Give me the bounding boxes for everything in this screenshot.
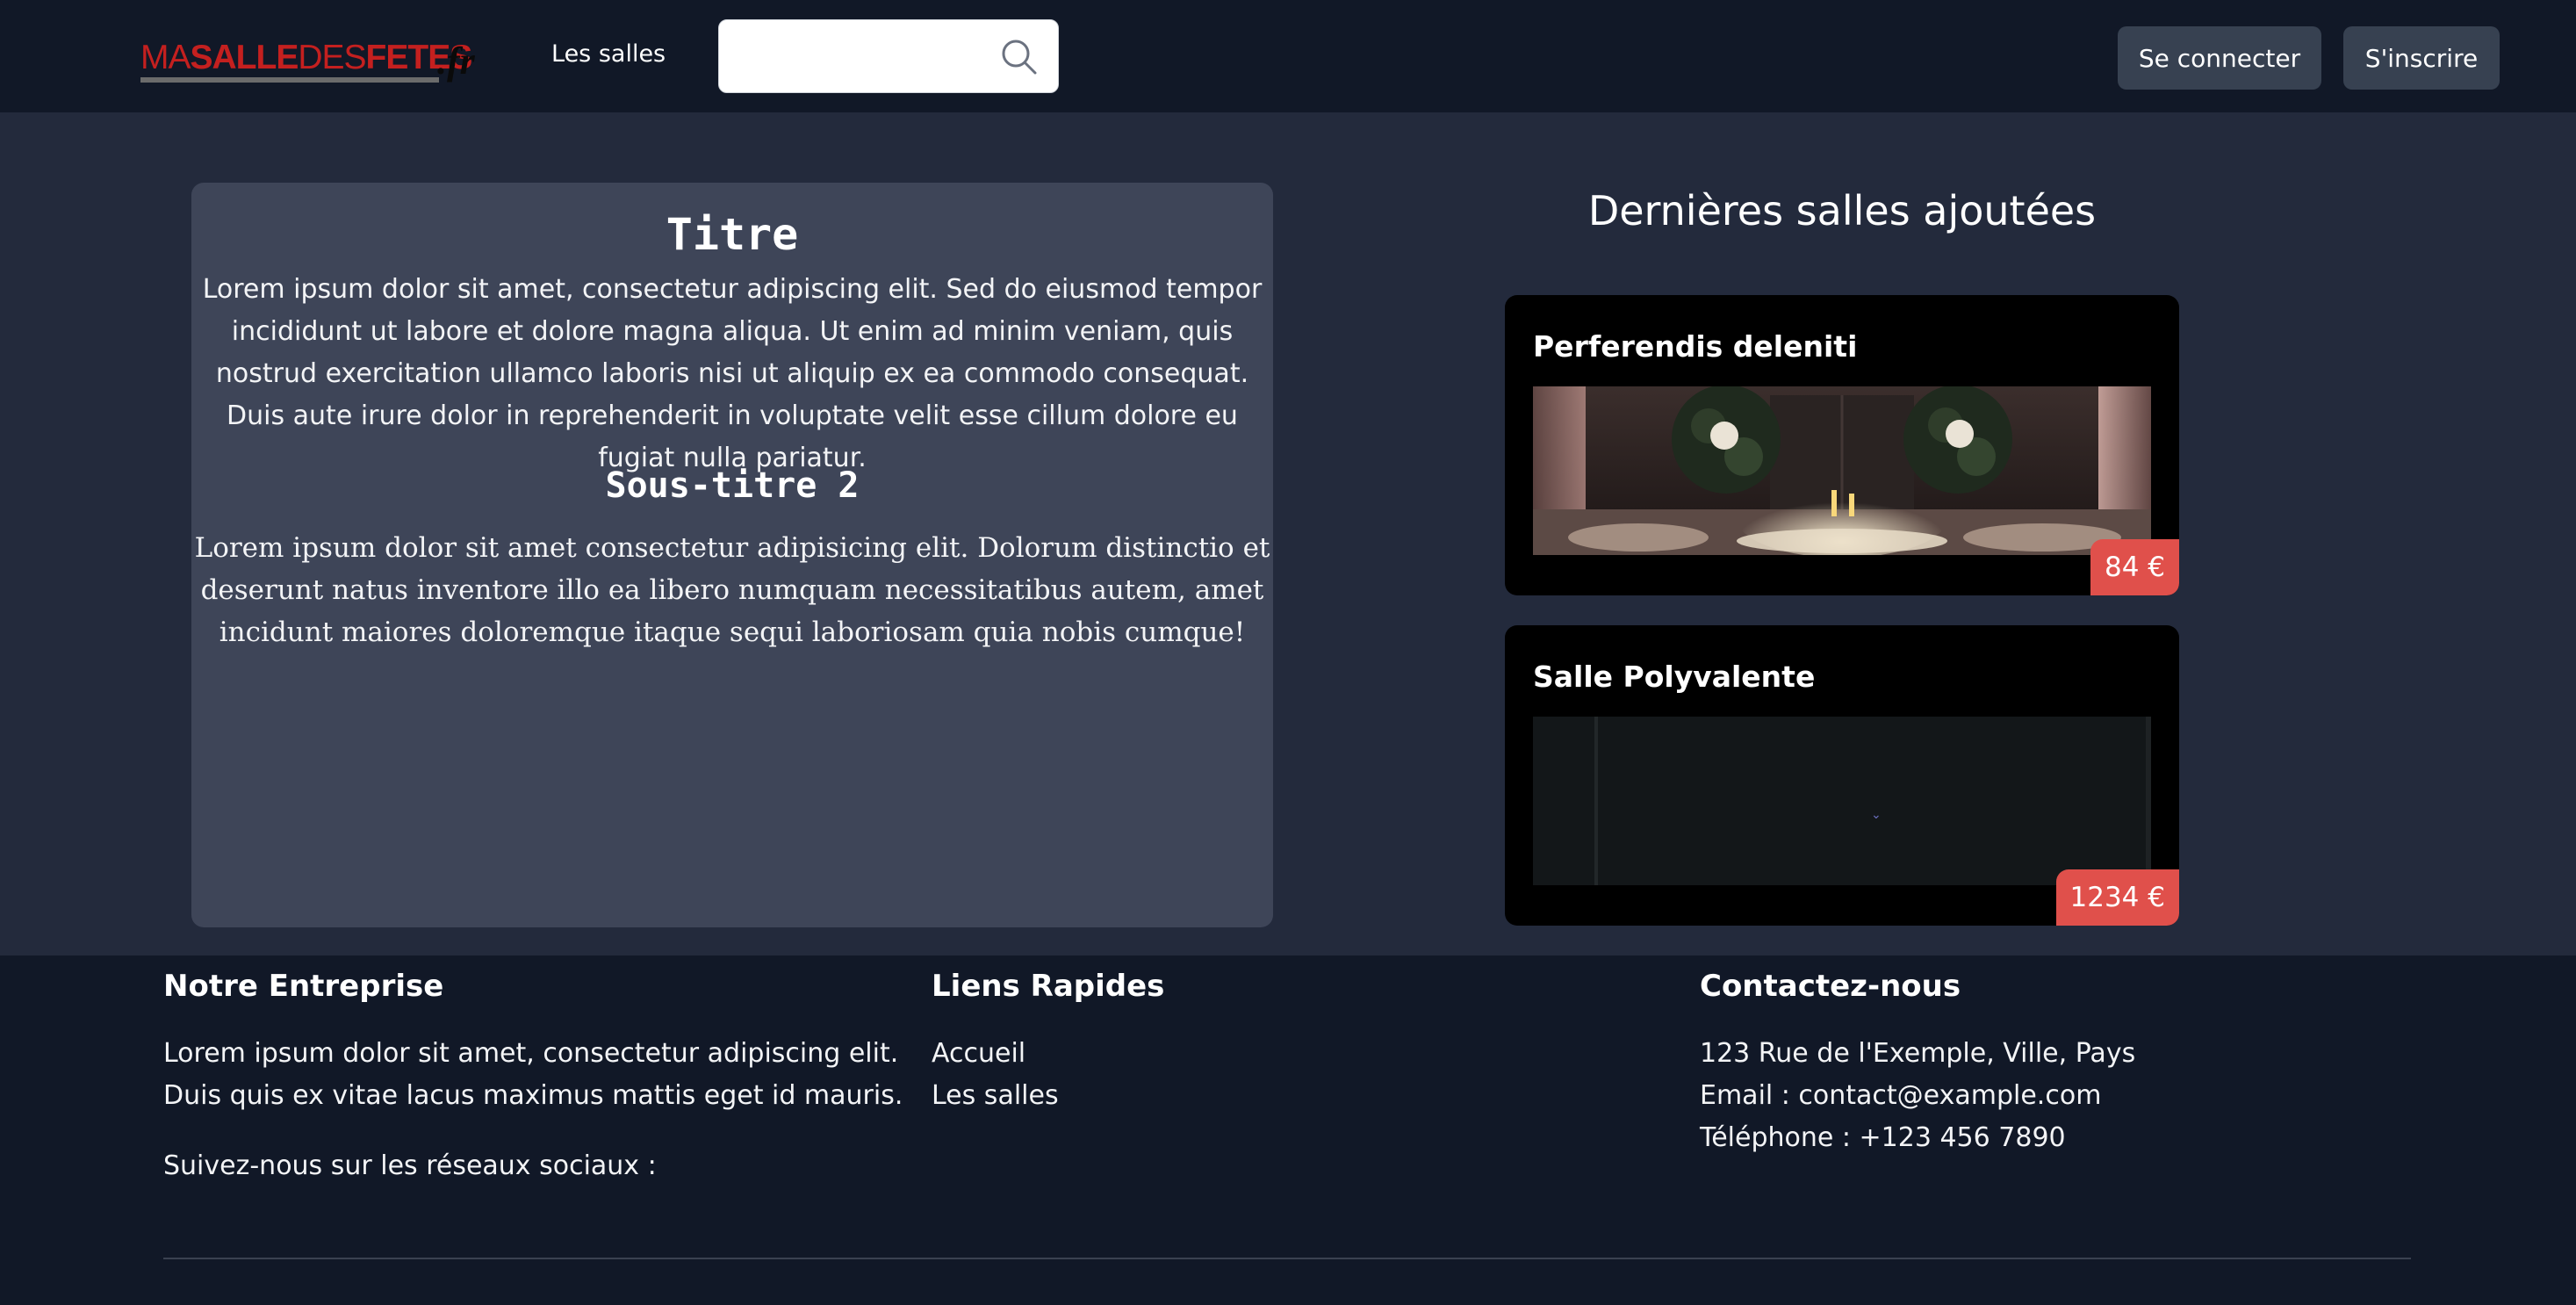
room-price-badge: 84 € <box>2090 539 2179 595</box>
room-card[interactable]: Salle Polyvalente ⌄ 1234 € <box>1505 625 2179 926</box>
search-icon[interactable] <box>998 36 1040 78</box>
footer-link-les-salles[interactable]: Les salles <box>932 1075 1059 1117</box>
search-bar <box>718 19 1059 93</box>
room-name: Salle Polyvalente <box>1533 660 1816 694</box>
footer-social-label: Suivez-nous sur les réseaux sociaux : <box>163 1150 657 1181</box>
footer-divider <box>163 1258 2411 1259</box>
footer-company-text-2: Duis quis ex vitae lacus maximus mattis … <box>163 1080 903 1111</box>
site-logo[interactable]: MASALLEDESFETES .fr <box>140 35 475 84</box>
content-subtitle: Sous-titre 2 <box>605 465 860 506</box>
nav-link-les-salles[interactable]: Les salles <box>551 40 666 68</box>
footer-email: Email : contact@example.com <box>1700 1080 2102 1111</box>
room-name: Perferendis deleniti <box>1533 329 1858 364</box>
photo-detail <box>2146 717 2151 885</box>
logo-tld: .fr <box>437 40 475 83</box>
footer-company-heading: Notre Entreprise <box>163 969 444 1004</box>
footer-links-heading: Liens Rapides <box>932 969 1165 1004</box>
search-input[interactable] <box>719 20 982 92</box>
footer-phone: Téléphone : +123 456 7890 <box>1700 1122 2066 1153</box>
logo-wordmark: MASALLEDESFETES <box>140 39 472 76</box>
content-paragraph-1: Lorem ipsum dolor sit amet, consectetur … <box>202 274 1263 473</box>
content-paragraph-2: Lorem ipsum dolor sit amet consectetur a… <box>194 532 1270 648</box>
latest-rooms-title: Dernières salles ajoutées <box>1587 187 2097 234</box>
room-photo: ⌄ <box>1533 717 2151 885</box>
top-navbar: MASALLEDESFETES .fr Les salles Se connec… <box>0 0 2576 112</box>
room-price-badge: 1234 € <box>2055 869 2179 926</box>
logo-underline <box>140 77 439 83</box>
room-photo <box>1533 386 2151 555</box>
site-footer: Notre Entreprise Lorem ipsum dolor sit a… <box>0 955 2576 1305</box>
footer-address: 123 Rue de l'Exemple, Ville, Pays <box>1700 1038 2136 1069</box>
footer-company-text-1: Lorem ipsum dolor sit amet, consectetur … <box>163 1038 899 1069</box>
footer-contact-heading: Contactez-nous <box>1700 969 1961 1004</box>
signup-button[interactable]: S'inscrire <box>2343 26 2500 90</box>
room-card[interactable]: Perferendis deleniti 84 € <box>1505 295 2179 595</box>
photo-detail <box>1594 717 1598 885</box>
content-title: Titre <box>666 209 799 260</box>
photo-detail-icon: ⌄ <box>1871 808 1882 822</box>
content-card: Titre Lorem ipsum dolor sit amet, consec… <box>191 183 1273 927</box>
login-button[interactable]: Se connecter <box>2118 26 2321 90</box>
footer-link-accueil[interactable]: Accueil <box>932 1033 1025 1075</box>
